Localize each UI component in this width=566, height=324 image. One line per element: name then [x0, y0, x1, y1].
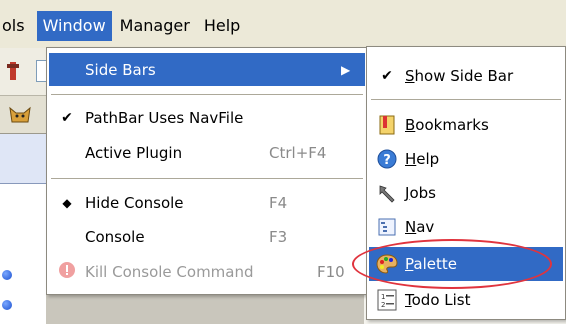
menu-item-side-bars[interactable]: Side Bars ▶: [49, 53, 365, 86]
palette-icon: [369, 254, 405, 274]
menu-item-label: PathBar Uses NavFile: [85, 108, 244, 127]
menu-item-label: Hide Console: [85, 193, 184, 212]
menu-window[interactable]: Window: [36, 11, 112, 41]
menu-item-label: Kill Console Command: [85, 262, 254, 281]
nav-icon: [369, 218, 405, 236]
submenu-item-todo-list[interactable]: 12 Todo List: [369, 283, 563, 317]
todo-list-icon: 12: [369, 289, 405, 311]
menu-separator: [51, 94, 363, 96]
background-white-pane: [0, 184, 46, 324]
submenu-item-jobs[interactable]: Jobs: [369, 176, 563, 210]
background-blue-pane: [0, 134, 46, 184]
menu-bar: ols Window Manager Help: [0, 0, 566, 48]
menu-item-label: Side Bars: [85, 60, 156, 79]
menu-separator: [51, 178, 363, 180]
menu-item-kill-console-command: Kill Console Command F10: [49, 255, 365, 288]
menu-item-pathbar-uses-navfile[interactable]: ✔ PathBar Uses NavFile: [49, 101, 365, 134]
stop-icon: [49, 261, 85, 283]
submenu-item-palette[interactable]: Palette: [369, 247, 563, 281]
tool-icon: [7, 62, 19, 80]
submenu-item-help[interactable]: ? Help: [369, 142, 563, 176]
bookmarks-icon: [369, 115, 405, 135]
submenu-arrow-icon: ▶: [341, 62, 351, 77]
menu-item-label: Console: [85, 227, 145, 246]
svg-text:2: 2: [381, 301, 385, 309]
checkmark-icon: ✔: [381, 68, 393, 84]
jobs-icon: [369, 183, 405, 203]
bullet-icon: [2, 270, 12, 280]
help-icon: ?: [369, 149, 405, 169]
menu-shortcut: F10: [317, 262, 345, 281]
menu-item-hide-console[interactable]: ◆ Hide Console F4: [49, 186, 365, 219]
svg-text:1: 1: [381, 293, 385, 301]
svg-text:?: ?: [383, 153, 391, 168]
submenu-item-show-side-bar[interactable]: ✔ Show Side Bar: [369, 59, 563, 93]
menu-shortcut: Ctrl+F4: [269, 143, 327, 162]
submenu-item-bookmarks[interactable]: Bookmarks: [369, 108, 563, 142]
menu-help[interactable]: Help: [196, 11, 246, 41]
window-menu: Side Bars ▶ ✔ PathBar Uses NavFile Activ…: [46, 47, 368, 295]
menu-item-active-plugin[interactable]: Active Plugin Ctrl+F4: [49, 136, 365, 169]
cat-icon: [9, 106, 31, 123]
menu-item-console[interactable]: Console F3: [49, 220, 365, 253]
checkmark-icon: ✔: [61, 109, 73, 126]
bullet-icon: [2, 300, 12, 310]
menu-tools[interactable]: ols: [0, 11, 37, 41]
background-toolbar-2: [0, 96, 46, 134]
menu-shortcut: F3: [269, 227, 288, 246]
bullet-icon: ◆: [62, 195, 72, 210]
side-bars-submenu: ✔ Show Side Bar Bookmarks ? Help Jobs Na…: [366, 46, 566, 320]
menu-separator: [371, 99, 561, 101]
menu-manager[interactable]: Manager: [112, 11, 196, 41]
menu-shortcut: F4: [269, 193, 288, 212]
menu-item-label: Active Plugin: [85, 143, 183, 162]
submenu-item-nav[interactable]: Nav: [369, 210, 563, 244]
